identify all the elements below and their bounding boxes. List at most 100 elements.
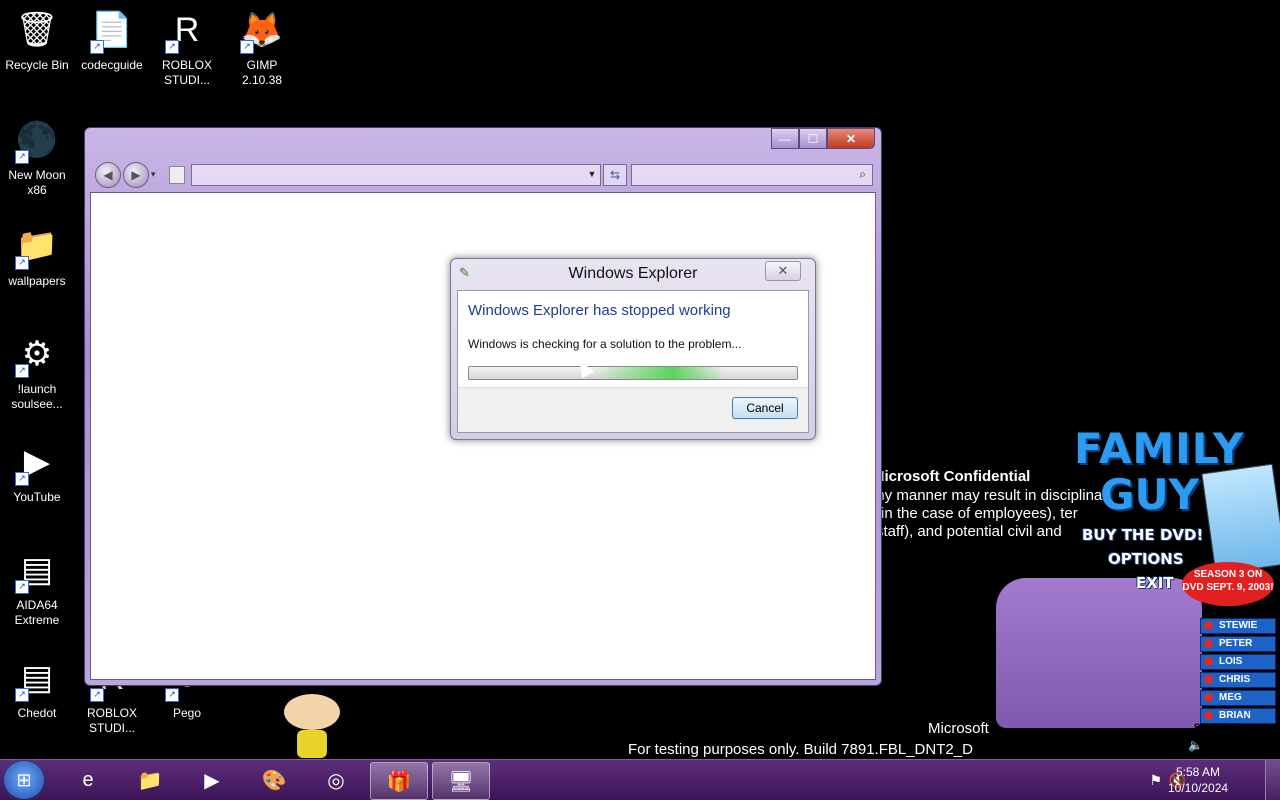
character-button[interactable]: STEWIE	[1200, 618, 1276, 634]
internet-explorer-icon: e	[82, 768, 94, 791]
taskbar-internet-explorer-button[interactable]: e	[60, 762, 116, 798]
file-icon: 📄 ↗	[88, 6, 136, 54]
character-button[interactable]: CHRIS	[1200, 672, 1276, 688]
desktop-icon[interactable]: 🦊 ↗ GIMP 2.10.38	[226, 6, 298, 88]
desktop-icon-label: Chedot	[17, 706, 57, 720]
desktop-icon-label: Recycle Bin	[5, 58, 69, 72]
folder-icon: 📁 ↗	[13, 222, 61, 270]
close-button[interactable]: ✕	[827, 128, 875, 149]
desktop-icon-label: Pego	[172, 706, 202, 720]
taskbar-file-explorer-button[interactable]: 📁	[122, 762, 178, 798]
refresh-icon: ⇆	[609, 168, 621, 182]
desktop-icon-label: GIMP 2.10.38	[241, 58, 283, 87]
shortcut-arrow-icon: ↗	[15, 150, 29, 164]
taskbar-gift-button[interactable]: 🎁	[370, 762, 428, 800]
shortcut-arrow-icon: ↗	[165, 40, 179, 54]
shortcut-arrow-icon: ↗	[240, 40, 254, 54]
desktop-icon[interactable]: ▤ ↗ Chedot	[1, 654, 73, 721]
file-explorer-icon: 📁	[137, 769, 163, 792]
desktop-icon-label: YouTube	[13, 490, 61, 504]
navigation-bar: ◀ ▶ ▾ ▼ ⇆ ⌕	[91, 160, 875, 188]
address-bar[interactable]	[191, 164, 601, 186]
character-list: STEWIE PETER LOIS CHRIS MEG BRIAN	[1200, 618, 1276, 726]
progress-bar-marquee	[468, 366, 798, 380]
family-guy-logo-bottom: GUY	[1100, 470, 1199, 519]
family-guy-ad[interactable]: FAMILY GUY BUY THE DVD! OPTIONS EXIT SEA…	[994, 418, 1280, 758]
chrome-icon: ◎	[327, 769, 345, 792]
sound-toggle[interactable]: 🔈 SOUND ON	[1188, 738, 1271, 752]
taskbar-control-panel-button[interactable]: 🖥	[432, 762, 490, 800]
clock-time: 5:58 AM	[1175, 765, 1221, 779]
shortcut-arrow-icon: ↗	[15, 364, 29, 378]
desktop-icon-label: ROBLOX STUDI...	[161, 58, 212, 87]
maximize-button[interactable]: ☐	[799, 128, 827, 149]
shortcut-arrow-icon: ↗	[15, 688, 29, 702]
dvd-cover-image	[1201, 463, 1280, 575]
cancel-button[interactable]: Cancel	[732, 397, 798, 419]
forward-button[interactable]: ▶	[123, 162, 149, 188]
chedot-icon: ▤ ↗	[13, 654, 61, 702]
dialog-close-button[interactable]: ✕	[765, 261, 801, 281]
desktop-icon-label: wallpapers	[8, 274, 66, 288]
control-panel-icon: 🖥	[448, 770, 474, 793]
desktop-icon[interactable]: 📄 ↗ codecguide	[76, 6, 148, 73]
desktop-icon[interactable]: ▶ ↗ YouTube	[1, 438, 73, 505]
desktop-icon[interactable]: ▤ ↗ AIDA64 Extreme	[1, 546, 73, 628]
shortcut-arrow-icon: ↗	[15, 256, 29, 270]
youtube-icon: ▶ ↗	[13, 438, 61, 486]
minimize-button[interactable]: —	[771, 128, 799, 149]
error-dialog[interactable]: ✎ Windows Explorer ✕ Windows Explorer ha…	[450, 258, 816, 440]
recycle-bin-icon: 🗑	[15, 11, 59, 49]
family-couch-image	[996, 578, 1202, 728]
refresh-button[interactable]: ⇆	[603, 164, 627, 186]
desktop-icon[interactable]: 📁 ↗ wallpapers	[1, 222, 73, 289]
progress-glow	[469, 367, 797, 379]
shortcut-arrow-icon: ↗	[90, 40, 104, 54]
shortcut-arrow-icon: ↗	[165, 688, 179, 702]
character-button[interactable]: PETER	[1200, 636, 1276, 652]
desktop-icon[interactable]: R↗ ROBLOX STUDI...	[151, 6, 223, 88]
windows-logo-icon: ⊞	[16, 770, 32, 790]
desktop-icon-label: !launch soulsee...	[11, 382, 63, 411]
system-clock[interactable]: 5:58 AM 10/10/2024	[1168, 764, 1228, 796]
history-dropdown-icon[interactable]: ▾	[151, 169, 156, 180]
character-button[interactable]: MEG	[1200, 690, 1276, 706]
character-button[interactable]: LOIS	[1200, 654, 1276, 670]
watermark-build: For testing purposes only. Build 7891.FB…	[628, 741, 973, 758]
dialog-footer: Cancel	[458, 387, 808, 432]
roblox-studio-icon: R↗	[163, 6, 211, 54]
back-button[interactable]: ◀	[95, 162, 121, 188]
search-box[interactable]: ⌕	[631, 164, 873, 186]
family-guy-logo-top: FAMILY	[1074, 424, 1245, 473]
exit-button[interactable]: EXIT	[1136, 574, 1174, 592]
desktop-icon[interactable]: 🗑 Recycle Bin	[1, 6, 73, 73]
desktop-icon-label: New Moon x86	[8, 168, 66, 197]
gimp-icon: 🦊 ↗	[238, 6, 286, 54]
action-center-icon[interactable]: ⚑	[1149, 772, 1162, 789]
season-badge: SEASON 3 ON DVD SEPT. 9, 2003!	[1182, 562, 1274, 606]
location-icon	[169, 166, 185, 184]
desktop-icon[interactable]: ⚙ ↗ !launch soulsee...	[1, 330, 73, 412]
address-dropdown-icon[interactable]: ▼	[585, 164, 599, 184]
desktop-icon[interactable]: 🌑 ↗ New Moon x86	[1, 116, 73, 198]
taskbar: ⊞ e 📁 ▶ 🎨 ◎ 🎁 🖥 ⚑ 🔇 5:58 AM 10/10/2024	[0, 759, 1280, 800]
new-moon-icon: 🌑 ↗	[13, 116, 61, 164]
taskbar-chrome-button[interactable]: ◎	[308, 762, 364, 798]
show-desktop-button[interactable]	[1265, 760, 1280, 800]
stewie-figure	[284, 694, 340, 758]
watermark-microsoft: Microsoft	[928, 720, 989, 737]
gift-icon: 🎁	[386, 770, 412, 793]
options-button[interactable]: OPTIONS	[1108, 550, 1184, 568]
dialog-body: Windows Explorer has stopped working Win…	[457, 290, 809, 433]
desktop-icon-label: codecguide	[81, 58, 143, 72]
paint-icon: 🎨	[261, 769, 287, 792]
taskbar-media-player-button[interactable]: ▶	[184, 762, 240, 798]
desktop-icon-label: ROBLOX STUDI...	[86, 706, 137, 735]
start-button[interactable]: ⊞	[4, 761, 44, 799]
media-player-icon: ▶	[204, 769, 220, 792]
taskbar-paint-button[interactable]: 🎨	[246, 762, 302, 798]
shortcut-arrow-icon: ↗	[15, 580, 29, 594]
clock-date: 10/10/2024	[1168, 781, 1229, 795]
forward-arrow-icon: ▶	[131, 168, 141, 182]
buy-dvd-button[interactable]: BUY THE DVD!	[1082, 526, 1203, 544]
